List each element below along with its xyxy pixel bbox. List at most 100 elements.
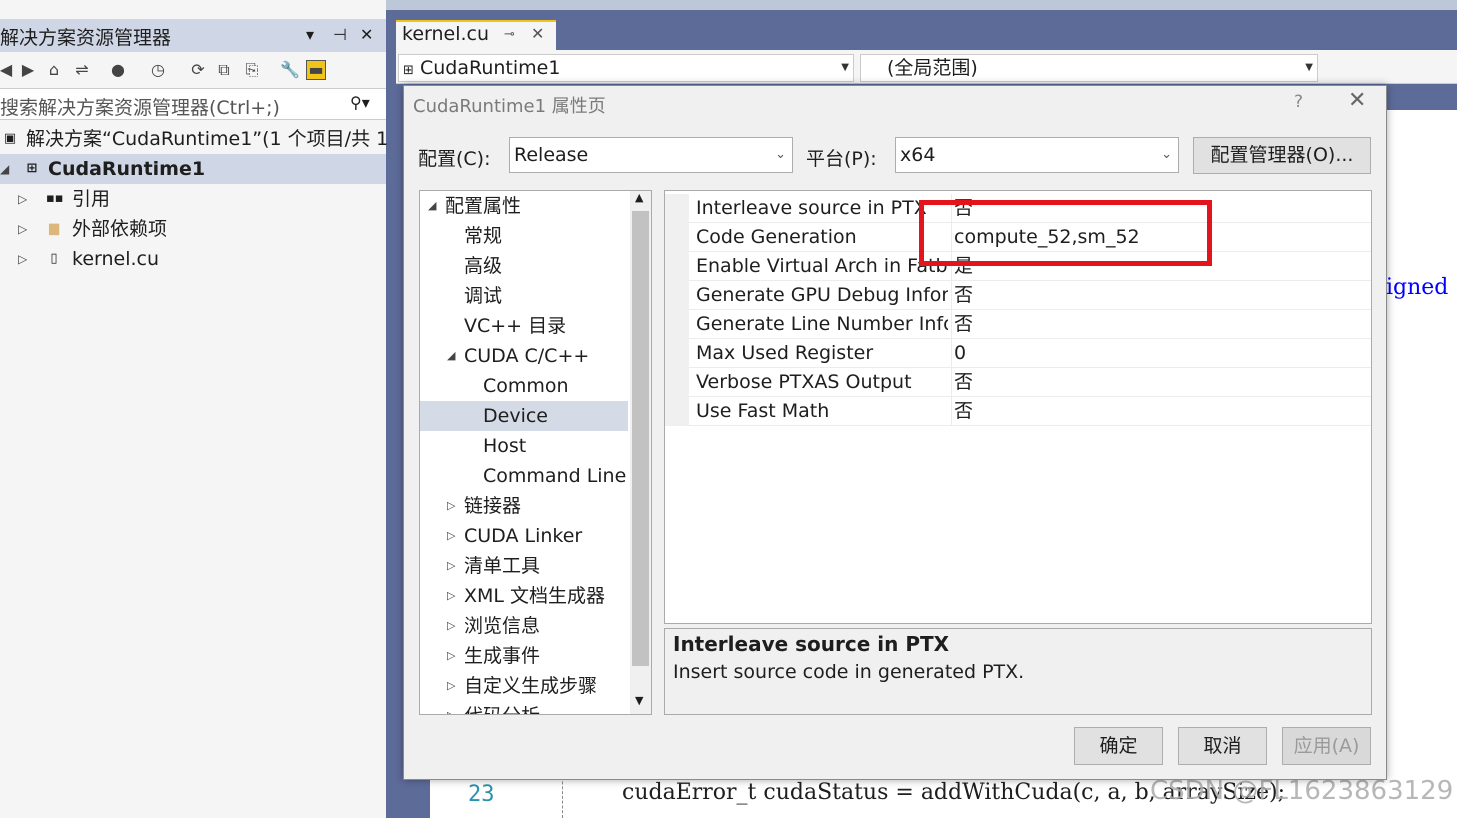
- property-value[interactable]: 否: [951, 310, 1371, 339]
- category-device[interactable]: Device: [420, 401, 628, 431]
- description-title: Interleave source in PTX: [673, 632, 950, 656]
- project-dropdown[interactable]: ⊞ CudaRuntime1 ▼: [398, 54, 854, 82]
- category-build-events[interactable]: ▷ 生成事件: [420, 641, 628, 671]
- category-vc-directories[interactable]: VC++ 目录: [420, 311, 628, 341]
- expanded-arrow-icon[interactable]: ◢: [428, 191, 436, 221]
- category-custom-build-step[interactable]: ▷ 自定义生成步骤: [420, 671, 628, 701]
- property-value[interactable]: 否: [951, 397, 1371, 426]
- category-label: XML 文档生成器: [464, 585, 606, 607]
- scroll-up-icon[interactable]: ▲: [635, 191, 643, 204]
- tree-item-label: 解决方案“CudaRuntime1”(1 个项目/共 1: [26, 128, 389, 150]
- scope-dropdown[interactable]: (全局范围) ▼: [860, 54, 1318, 82]
- property-row[interactable]: Generate GPU Debug Infor 否: [665, 281, 1371, 310]
- expanded-arrow-icon[interactable]: ◢: [0, 154, 9, 184]
- collapsed-arrow-icon[interactable]: ▷: [18, 244, 27, 274]
- collapsed-arrow-icon[interactable]: ▷: [447, 581, 455, 611]
- config-manager-button[interactable]: 配置管理器(O)...: [1193, 137, 1371, 174]
- category-tree: ◢ 配置属性 常规 高级 调试 VC++ 目录 ◢ CUDA C/C++ Commo…: [419, 190, 652, 715]
- home-icon[interactable]: ⌂: [44, 60, 64, 80]
- pending-changes-icon[interactable]: ◷: [148, 60, 168, 80]
- highlight-box: [919, 200, 1212, 266]
- pin-icon[interactable]: ⊣: [333, 25, 347, 44]
- close-icon[interactable]: ✕: [1348, 88, 1366, 113]
- tree-item-external-deps[interactable]: ▷ ▆ 外部依赖项: [0, 214, 386, 244]
- cancel-button[interactable]: 取消: [1178, 727, 1267, 765]
- category-config-properties[interactable]: ◢ 配置属性: [420, 191, 628, 221]
- copy-icon[interactable]: ⎘: [242, 60, 262, 80]
- search-icon[interactable]: ⚲▾: [350, 93, 370, 112]
- collapsed-arrow-icon[interactable]: ▷: [447, 521, 455, 551]
- property-value[interactable]: 否: [951, 368, 1371, 397]
- category-code-analysis[interactable]: ▷ 代码分析: [420, 701, 628, 714]
- tab-kernel[interactable]: kernel.cu ⊸ ✕: [396, 20, 556, 50]
- solution-explorer-search[interactable]: 搜索解决方案资源管理器(Ctrl+;) ⚲▾: [0, 88, 386, 120]
- window-position-dropdown-icon[interactable]: ▾: [306, 25, 314, 44]
- row-margin: [665, 397, 689, 426]
- collapsed-arrow-icon[interactable]: ▷: [447, 551, 455, 581]
- back-icon[interactable]: ◀: [0, 60, 16, 80]
- category-host[interactable]: Host: [420, 431, 628, 461]
- preview-selected-icon[interactable]: ▬: [306, 60, 326, 80]
- apply-button[interactable]: 应用(A): [1282, 727, 1371, 765]
- property-row[interactable]: Use Fast Math 否: [665, 397, 1371, 426]
- collapsed-arrow-icon[interactable]: ▷: [447, 491, 455, 521]
- close-icon[interactable]: ✕: [360, 25, 373, 44]
- help-icon[interactable]: ?: [1294, 92, 1303, 112]
- category-label: 高级: [464, 255, 503, 277]
- properties-wrench-icon[interactable]: 🔧: [280, 60, 300, 80]
- tree-item-solution[interactable]: ▣ 解决方案“CudaRuntime1”(1 个项目/共 1: [0, 124, 389, 154]
- collapsed-arrow-icon[interactable]: ▷: [447, 671, 455, 701]
- category-cuda-cpp[interactable]: ◢ CUDA C/C++: [420, 341, 628, 371]
- category-label: 自定义生成步骤: [464, 675, 598, 697]
- collapse-all-icon[interactable]: ⧉: [214, 60, 234, 80]
- chevron-down-icon: ⌄: [775, 147, 786, 162]
- platform-dropdown[interactable]: x64 ⌄: [895, 137, 1179, 173]
- switch-views-icon[interactable]: ⇌: [72, 60, 92, 80]
- property-value[interactable]: 否: [951, 281, 1371, 310]
- collapsed-arrow-icon[interactable]: ▷: [18, 214, 27, 244]
- property-row[interactable]: Verbose PTXAS Output 否: [665, 368, 1371, 397]
- row-margin: [665, 194, 689, 223]
- category-general[interactable]: 常规: [420, 221, 628, 251]
- refresh-icon[interactable]: ⟳: [188, 60, 208, 80]
- solution-explorer-title-bar: 解决方案资源管理器 ▾ ⊣ ✕: [0, 19, 386, 52]
- category-manifest-tool[interactable]: ▷ 清单工具: [420, 551, 628, 581]
- scrollbar-thumb[interactable]: [632, 211, 649, 666]
- category-advanced[interactable]: 高级: [420, 251, 628, 281]
- show-all-icon[interactable]: ●: [108, 60, 128, 80]
- scroll-down-icon[interactable]: ▼: [635, 694, 643, 707]
- tree-item-references[interactable]: ▷ ▪▪ 引用: [0, 184, 386, 214]
- code-editor-visible-region[interactable]: [1386, 110, 1457, 790]
- tree-item-kernel[interactable]: ▷ ▯ kernel.cu: [0, 244, 386, 274]
- category-label: 生成事件: [464, 645, 541, 667]
- config-dropdown[interactable]: Release ⌄: [509, 137, 793, 173]
- category-linker[interactable]: ▷ 链接器: [420, 491, 628, 521]
- category-xml-doc-generator[interactable]: ▷ XML 文档生成器: [420, 581, 628, 611]
- tree-item-project[interactable]: ◢ ⊞ CudaRuntime1: [0, 154, 386, 184]
- category-cuda-linker[interactable]: ▷ CUDA Linker: [420, 521, 628, 551]
- expanded-arrow-icon[interactable]: ◢: [447, 341, 455, 371]
- description-panel: Interleave source in PTX Insert source c…: [664, 628, 1372, 715]
- property-name: Max Used Register: [696, 342, 874, 364]
- close-tab-icon[interactable]: ✕: [531, 24, 544, 43]
- category-common[interactable]: Common: [420, 371, 628, 401]
- collapsed-arrow-icon[interactable]: ▷: [447, 641, 455, 671]
- row-margin: [665, 368, 689, 397]
- property-row[interactable]: Generate Line Number Info 否: [665, 310, 1371, 339]
- collapsed-arrow-icon[interactable]: ▷: [447, 611, 455, 641]
- forward-icon[interactable]: ▶: [18, 60, 38, 80]
- property-value[interactable]: 0: [951, 339, 1371, 368]
- collapsed-arrow-icon[interactable]: ▷: [18, 184, 27, 214]
- chevron-down-icon: ▼: [1305, 62, 1313, 73]
- property-row[interactable]: Max Used Register 0: [665, 339, 1371, 368]
- platform-dropdown-value: x64: [900, 144, 936, 166]
- property-name: Code Generation: [696, 226, 857, 248]
- category-debugging[interactable]: 调试: [420, 281, 628, 311]
- search-input[interactable]: 搜索解决方案资源管理器(Ctrl+;): [0, 93, 280, 120]
- collapsed-arrow-icon[interactable]: ▷: [447, 701, 455, 714]
- ok-button[interactable]: 确定: [1074, 727, 1163, 765]
- category-command-line[interactable]: Command Line: [420, 461, 628, 491]
- property-pages-dialog: CudaRuntime1 属性页 ? ✕ 配置(C): Release ⌄ 平台…: [403, 85, 1387, 780]
- category-browse-info[interactable]: ▷ 浏览信息: [420, 611, 628, 641]
- pin-icon[interactable]: ⊸: [504, 27, 515, 42]
